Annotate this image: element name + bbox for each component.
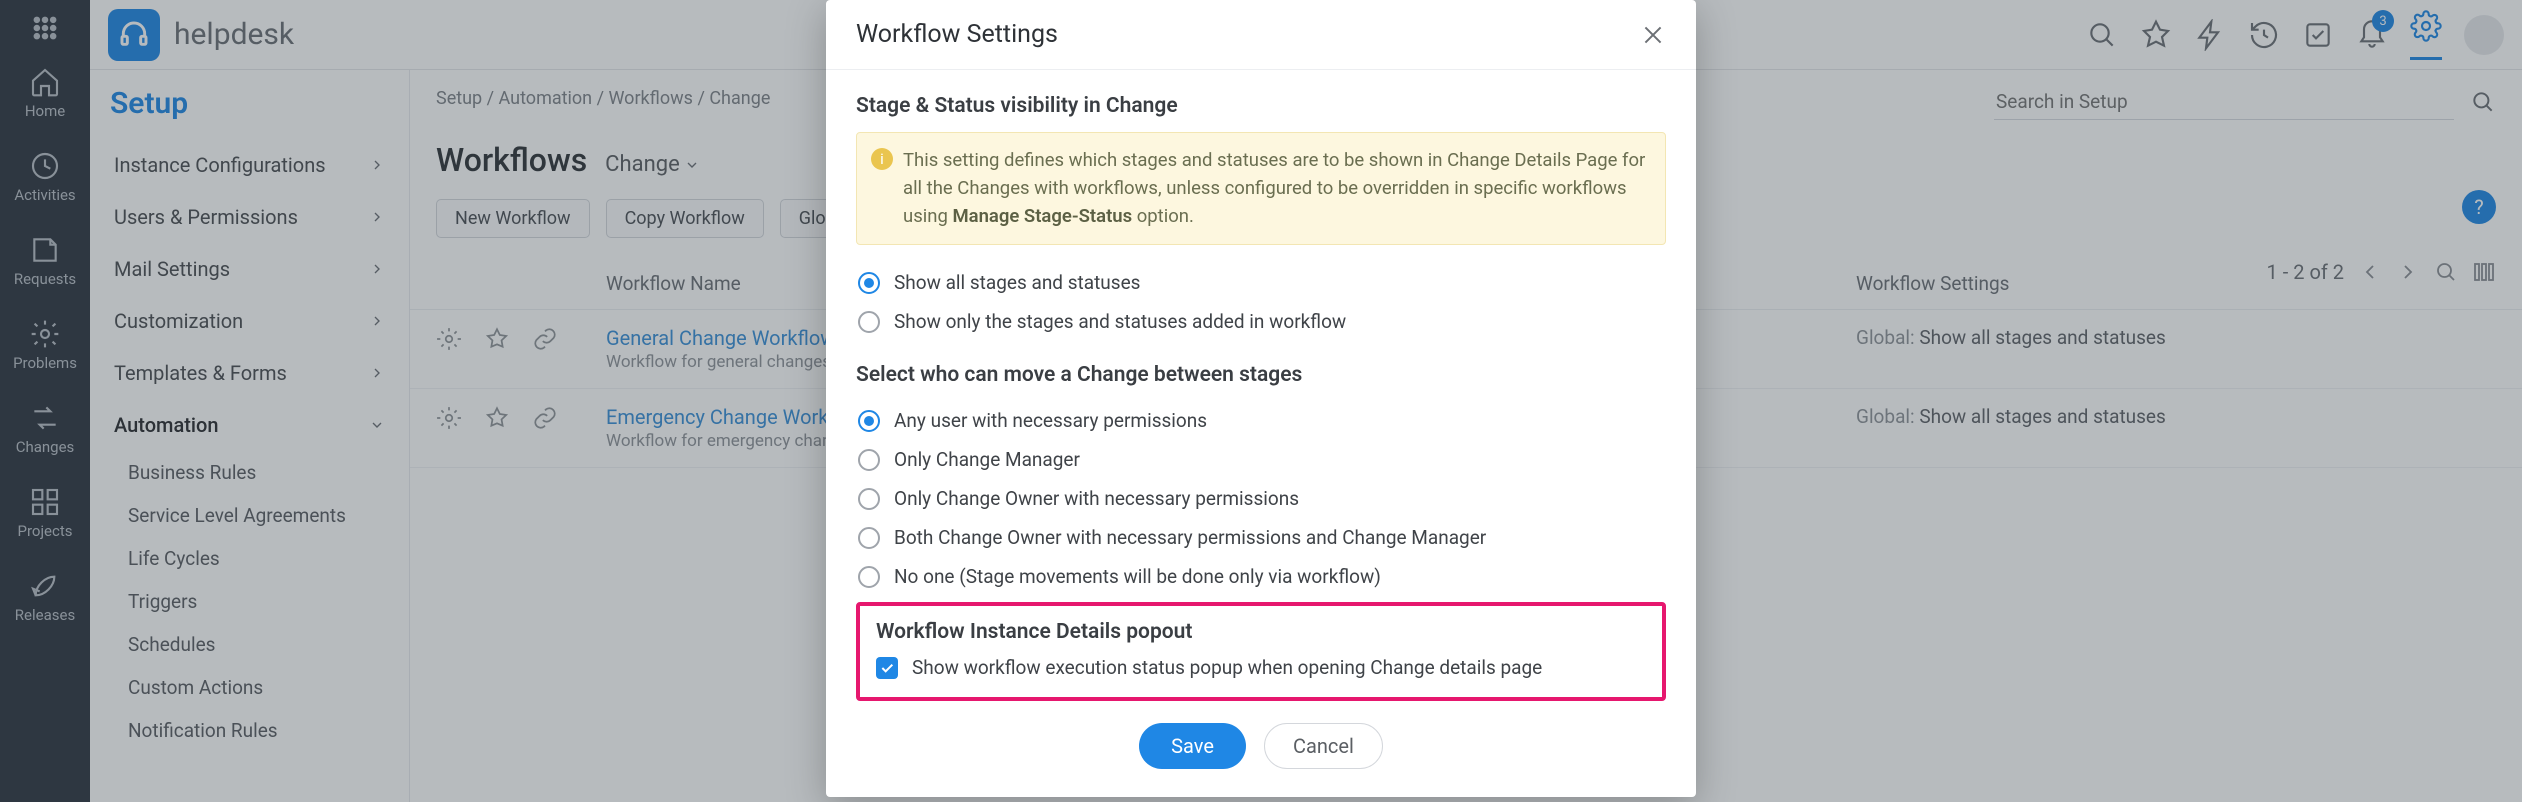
workflow-settings-modal: Workflow Settings Stage & Status visibil… <box>826 0 1696 797</box>
move-option-any[interactable]: Any user with necessary permissions <box>856 401 1666 440</box>
modal-title: Workflow Settings <box>856 20 1058 49</box>
radio-off-icon <box>858 488 880 510</box>
radio-off-icon <box>858 527 880 549</box>
info-text-c: option. <box>1132 205 1194 227</box>
move-option-label: Only Change Owner with necessary permiss… <box>894 487 1299 510</box>
info-note: i This setting defines which stages and … <box>856 132 1666 245</box>
cancel-button[interactable]: Cancel <box>1264 723 1383 769</box>
move-option-label: No one (Stage movements will be done onl… <box>894 565 1381 588</box>
vis-option-all[interactable]: Show all stages and statuses <box>856 263 1666 302</box>
highlighted-section: Workflow Instance Details popout Show wo… <box>856 602 1666 701</box>
show-popup-checkbox-row[interactable]: Show workflow execution status popup whe… <box>876 656 1646 679</box>
move-option-label: Both Change Owner with necessary permiss… <box>894 526 1486 549</box>
info-icon: i <box>871 148 893 170</box>
move-option-label: Any user with necessary permissions <box>894 409 1207 432</box>
radio-off-icon <box>858 311 880 333</box>
show-popup-label: Show workflow execution status popup whe… <box>912 656 1542 679</box>
move-option-both[interactable]: Both Change Owner with necessary permiss… <box>856 518 1666 557</box>
radio-on-icon <box>858 410 880 432</box>
section-move-title: Select who can move a Change between sta… <box>856 363 1666 387</box>
vis-option-label: Show only the stages and statuses added … <box>894 310 1346 333</box>
save-button[interactable]: Save <box>1139 723 1246 769</box>
info-text-b: Manage Stage-Status <box>952 205 1132 227</box>
section-visibility-title: Stage & Status visibility in Change <box>856 94 1666 118</box>
radio-on-icon <box>858 272 880 294</box>
radio-off-icon <box>858 449 880 471</box>
section-popout-title: Workflow Instance Details popout <box>876 620 1646 644</box>
move-option-manager[interactable]: Only Change Manager <box>856 440 1666 479</box>
checkbox-checked-icon <box>876 657 898 679</box>
move-option-none[interactable]: No one (Stage movements will be done onl… <box>856 557 1666 596</box>
vis-option-label: Show all stages and statuses <box>894 271 1140 294</box>
vis-option-added[interactable]: Show only the stages and statuses added … <box>856 302 1666 341</box>
radio-off-icon <box>858 566 880 588</box>
close-icon[interactable] <box>1640 22 1666 48</box>
move-option-owner[interactable]: Only Change Owner with necessary permiss… <box>856 479 1666 518</box>
move-option-label: Only Change Manager <box>894 448 1080 471</box>
